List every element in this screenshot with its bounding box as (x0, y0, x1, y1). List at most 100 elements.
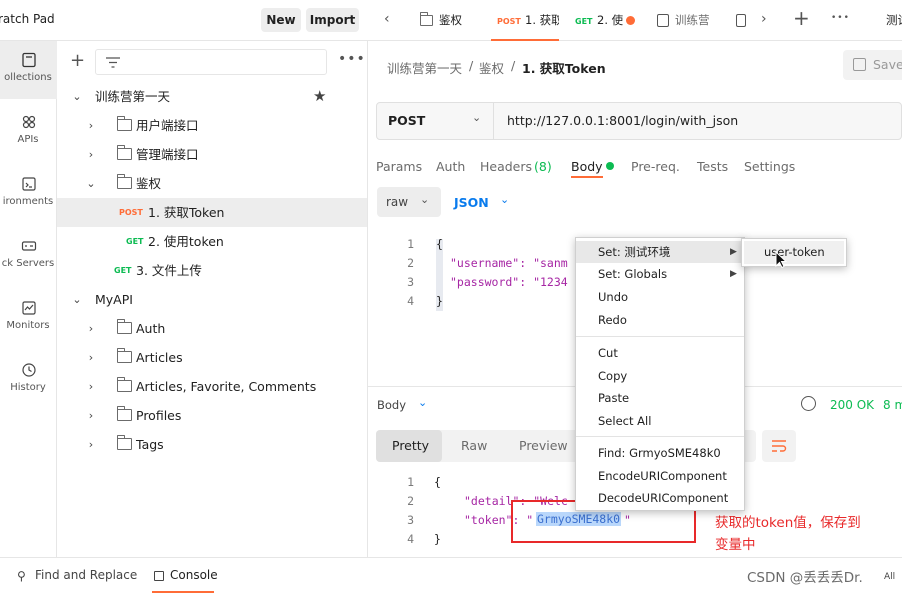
folder-row[interactable]: › 用户端接口 (57, 111, 367, 140)
import-button[interactable]: Import (306, 8, 359, 32)
chevron-right-icon: › (88, 148, 94, 161)
tab-pretty-label: Pretty (392, 438, 430, 453)
chevron-down-icon: ⌄ (500, 193, 510, 206)
folder-row[interactable]: › Tags (57, 430, 367, 459)
code-line: { (434, 475, 441, 489)
more-tabs-icon[interactable]: ••• (831, 13, 850, 23)
active-tab-underline (571, 176, 603, 178)
menu-item-decode-uri[interactable]: DecodeURIComponent (576, 487, 744, 509)
folder-row[interactable]: › Auth (57, 314, 367, 343)
chevron-right-icon[interactable]: › (761, 11, 767, 27)
rail-mock-servers[interactable]: ck Servers (0, 227, 57, 285)
breadcrumb-request: 1. 获取Token (522, 61, 606, 76)
menu-item-find[interactable]: Find: GrmyoSME48k0 (576, 442, 744, 464)
annotation-text: 获取的token值，保存到 (715, 515, 861, 531)
rail-apis[interactable]: APIs (0, 103, 57, 161)
console-button[interactable]: Console (152, 567, 218, 593)
request-row[interactable]: GET 2. 使用token (57, 227, 367, 256)
folder-row[interactable]: › 管理端接口 (57, 140, 367, 169)
tab-settings[interactable]: Settings (744, 159, 795, 174)
tab-pre-request[interactable]: Pre-req. (631, 159, 680, 174)
tab-params[interactable]: Params (376, 159, 422, 174)
request-row-selected[interactable]: POST 1. 获取Token (57, 198, 367, 227)
chevron-down-icon: ⌄ (72, 90, 82, 103)
code-line: "username": "sanm (450, 256, 568, 270)
workspace-name: ratch Pad (0, 12, 55, 26)
tab-request[interactable]: GET 2. 使 (568, 0, 644, 41)
tab-headers[interactable]: Headers (480, 159, 532, 174)
environments-icon (21, 177, 36, 191)
folder-row[interactable]: › Articles (57, 343, 367, 372)
more-icon[interactable]: ••• (338, 51, 366, 67)
menu-item-set-environment[interactable]: Set: 测试环境 ▶ (576, 241, 744, 263)
method-select[interactable]: POST ⌄ (377, 103, 494, 139)
folder-icon (117, 116, 132, 131)
folder-icon (420, 12, 433, 26)
menu-item-set-globals[interactable]: Set: Globals ▶ (576, 263, 744, 285)
workspace-header: ratch Pad New Import (0, 0, 368, 41)
method-tag: GET (575, 17, 593, 26)
wrap-lines-button[interactable] (762, 430, 796, 462)
rail-monitors[interactable]: Monitors (0, 289, 57, 347)
star-icon[interactable]: ★ (313, 82, 326, 111)
left-rail: ollections APIs ironments ck Servers Mon… (0, 41, 57, 557)
new-tab-icon[interactable]: + (793, 6, 810, 30)
folder-row[interactable]: › Articles, Favorite, Comments (57, 372, 367, 401)
tab-active-request[interactable]: POST 1. 获取 (491, 0, 559, 41)
chevron-right-icon: › (88, 380, 94, 393)
tab-pretty[interactable]: Pretty (376, 430, 442, 462)
tab-auth[interactable]: Auth (436, 159, 465, 174)
add-collection-icon[interactable]: + (70, 51, 85, 71)
menu-item-paste[interactable]: Paste (576, 387, 744, 409)
collection-row[interactable]: ⌄ 训练营第一天 ★ (57, 82, 367, 111)
rail-history[interactable]: History (0, 351, 57, 409)
url-input[interactable]: http://127.0.0.1:8001/login/with_json (507, 113, 738, 128)
folder-row[interactable]: › Profiles (57, 401, 367, 430)
menu-item-encode-uri[interactable]: EncodeURIComponent (576, 465, 744, 487)
menu-item-redo[interactable]: Redo (576, 309, 744, 331)
method-tag: POST (119, 208, 143, 217)
code-line: "password": "1234 (450, 275, 568, 289)
filter-icon (106, 57, 120, 68)
breadcrumb-folder[interactable]: 鉴权 (479, 58, 504, 77)
breadcrumb-collection[interactable]: 训练营第一天 (387, 58, 462, 77)
chevron-left-icon[interactable]: ‹ (384, 11, 390, 27)
environment-select[interactable]: 测试 (886, 0, 902, 41)
menu-item-undo[interactable]: Undo (576, 286, 744, 308)
tab-preview[interactable]: Preview (519, 438, 568, 453)
method-tag: POST (497, 17, 521, 26)
save-button[interactable]: Save (843, 50, 902, 80)
body-mode-select[interactable]: raw ⌄ (377, 187, 441, 217)
menu-item-select-all[interactable]: Select All (576, 410, 744, 432)
folder-icon (117, 174, 132, 189)
folder-row[interactable]: ⌄ 鉴权 (57, 169, 367, 198)
body-lang-select[interactable]: JSON (454, 195, 489, 210)
rail-environments[interactable]: ironments (0, 165, 57, 223)
request-row[interactable]: GET 3. 文件上传 (57, 256, 367, 285)
tab-tests[interactable]: Tests (697, 159, 728, 174)
new-button[interactable]: New (261, 8, 301, 32)
line-number: 2 (407, 494, 414, 508)
tab-collection[interactable]: 训练营 (653, 0, 728, 41)
tab-body[interactable]: Body (571, 159, 603, 174)
collection-row[interactable]: ⌄ MyAPI (57, 285, 367, 314)
response-body-label[interactable]: Body (377, 398, 406, 412)
menu-item-cut[interactable]: Cut (576, 342, 744, 364)
filter-input[interactable] (95, 49, 327, 75)
tab-raw[interactable]: Raw (461, 438, 487, 453)
menu-item-copy[interactable]: Copy (576, 365, 744, 387)
method-label: POST (388, 113, 426, 128)
chevron-down-icon: ⌄ (86, 177, 96, 190)
line-number: 4 (407, 294, 414, 308)
breadcrumb-separator: / (511, 58, 516, 73)
collection-icon (657, 14, 669, 27)
unsaved-dot-icon (626, 16, 635, 25)
chevron-down-icon: ⌄ (418, 396, 428, 409)
rail-collections[interactable]: ollections (0, 41, 57, 99)
submenu-arrow-icon: ▶ (730, 269, 737, 279)
tab-folder[interactable]: 鉴权 (418, 0, 490, 41)
code-line: { (436, 237, 443, 251)
submenu-item-user-token[interactable]: user-token (744, 241, 844, 264)
context-submenu: user-token (741, 238, 847, 267)
tree-label: 1. 获取Token (148, 205, 225, 220)
